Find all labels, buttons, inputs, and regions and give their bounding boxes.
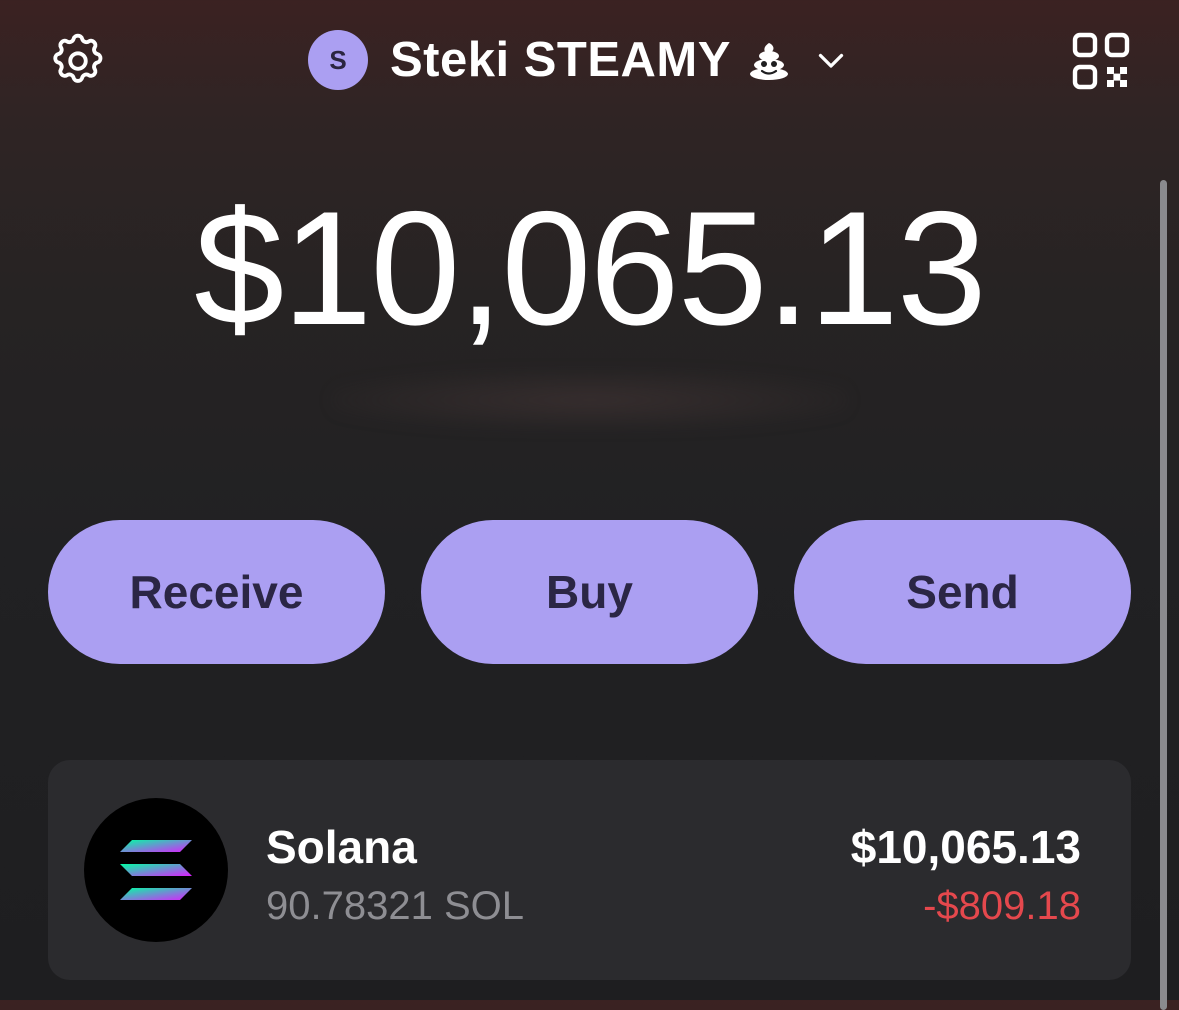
token-value: $10,065.13 <box>850 821 1081 873</box>
buy-button[interactable]: Buy <box>421 520 758 664</box>
token-row-solana[interactable]: Solana 90.78321 SOL $10,065.13 -$809.18 <box>48 760 1131 980</box>
avatar: S <box>308 30 368 90</box>
solana-logo-icon <box>84 798 228 942</box>
chevron-down-icon <box>813 42 849 78</box>
gear-icon <box>53 33 103 83</box>
total-balance: $10,065.13 <box>194 178 987 359</box>
account-switcher[interactable]: S Steki STEAMY <box>308 30 849 90</box>
poop-emoji-icon <box>747 38 791 82</box>
send-button[interactable]: Send <box>794 520 1131 664</box>
settings-button[interactable] <box>44 27 112 95</box>
hidden-balance-change-blur <box>330 370 850 430</box>
qr-code-icon <box>1072 32 1130 90</box>
account-name: Steki STEAMY <box>390 33 731 87</box>
token-amount: 90.78321 SOL <box>266 884 524 928</box>
qr-code-button[interactable] <box>1066 26 1136 96</box>
token-change: -$809.18 <box>923 884 1081 928</box>
receive-button[interactable]: Receive <box>48 520 385 664</box>
token-name: Solana <box>266 821 417 873</box>
